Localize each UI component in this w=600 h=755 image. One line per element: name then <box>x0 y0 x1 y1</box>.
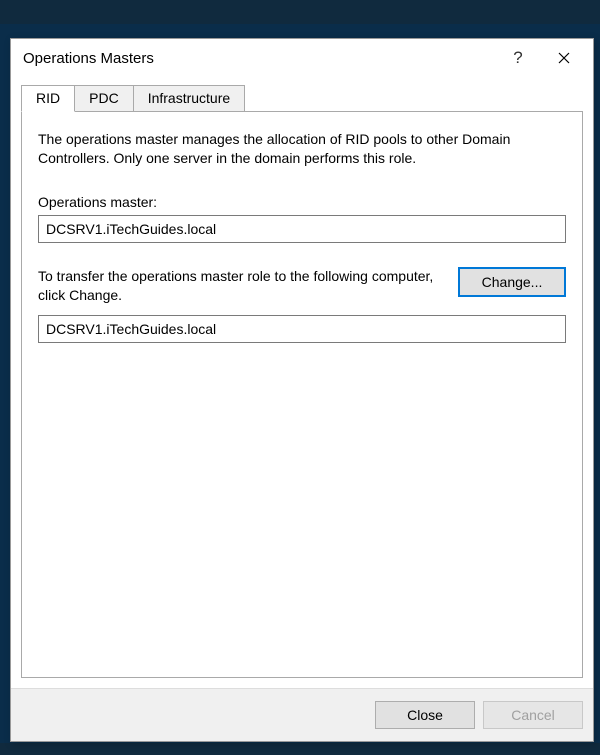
background-bottom-band <box>0 743 600 755</box>
help-icon[interactable]: ? <box>495 43 541 73</box>
tab-pdc[interactable]: PDC <box>74 85 134 111</box>
dialog-title: Operations Masters <box>23 50 495 67</box>
role-description: The operations master manages the alloca… <box>38 130 566 168</box>
tabs-row: RID PDC Infrastructure <box>21 85 583 111</box>
tab-infrastructure[interactable]: Infrastructure <box>133 85 245 111</box>
titlebar: Operations Masters ? <box>11 39 593 77</box>
transfer-row: To transfer the operations master role t… <box>38 267 566 305</box>
tab-panel-rid: The operations master manages the alloca… <box>21 111 583 678</box>
operations-master-field[interactable] <box>38 215 566 243</box>
transfer-instruction: To transfer the operations master role t… <box>38 267 444 305</box>
close-icon[interactable] <box>541 43 587 73</box>
tab-rid[interactable]: RID <box>21 85 75 112</box>
background-top-band <box>0 0 600 24</box>
close-button[interactable]: Close <box>375 701 475 729</box>
dialog-content: RID PDC Infrastructure The operations ma… <box>11 77 593 688</box>
operations-master-label: Operations master: <box>38 194 566 210</box>
operations-masters-dialog: Operations Masters ? RID PDC Infrastruct… <box>10 38 594 742</box>
cancel-button: Cancel <box>483 701 583 729</box>
target-computer-field[interactable] <box>38 315 566 343</box>
titlebar-controls: ? <box>495 43 587 73</box>
change-button[interactable]: Change... <box>458 267 566 297</box>
dialog-footer: Close Cancel <box>11 688 593 741</box>
